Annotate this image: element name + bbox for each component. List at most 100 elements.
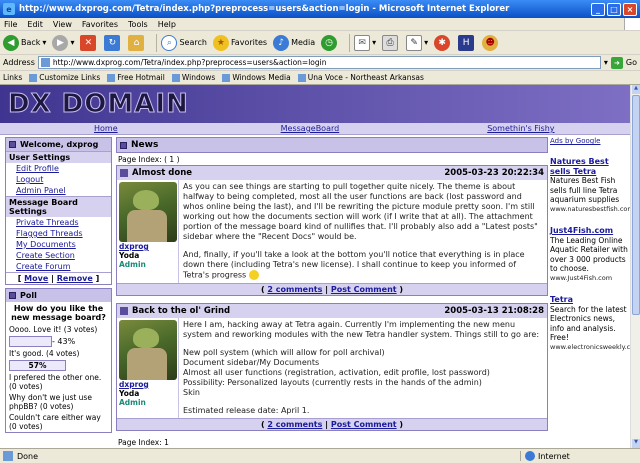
extra-button[interactable]: ☻	[482, 34, 500, 51]
box-icon	[120, 306, 128, 315]
mail-icon: ✉	[354, 34, 371, 51]
go-button[interactable]: Go	[626, 58, 637, 67]
post-header: Almost done 2005-03-23 20:22:34	[117, 166, 547, 180]
post-body: Here I am, hacking away at Tetra again. …	[183, 319, 540, 415]
admin-panel-link[interactable]: Admin Panel	[6, 185, 111, 196]
forward-button[interactable]: ▶ ▾	[52, 34, 74, 51]
box-icon	[9, 141, 16, 148]
remove-link[interactable]: Remove	[57, 274, 93, 283]
private-threads-link[interactable]: Private Threads	[6, 217, 111, 228]
box-icon	[9, 292, 16, 299]
page-icon	[3, 451, 13, 461]
favorites-button[interactable]: ★ Favorites	[212, 34, 267, 51]
author-role: Admin	[119, 397, 146, 407]
site-logo: DX DOMAIN	[8, 89, 189, 120]
user-box: Welcome, dxprog User Settings Edit Profi…	[5, 137, 112, 285]
scroll-thumb[interactable]	[632, 95, 640, 315]
address-dropdown-icon[interactable]: ▾	[604, 58, 608, 67]
author-username[interactable]: dxprog	[119, 380, 176, 389]
link-una-voce[interactable]: Una Voce - Northeast Arkansas	[298, 73, 424, 82]
post-comment-link[interactable]: Post Comment	[331, 420, 397, 429]
news-header: News	[117, 138, 547, 152]
edit-icon: ✎	[406, 34, 423, 51]
search-button[interactable]: ⌕ Search	[161, 34, 207, 51]
vertical-scrollbar[interactable]: ▲ ▼	[630, 85, 640, 448]
post-comment-link[interactable]: Post Comment	[331, 285, 397, 294]
author-username[interactable]: dxprog	[119, 242, 176, 251]
ad-item[interactable]: Just4Fish.com The Leading Online Aquatic…	[550, 226, 628, 283]
discuss-button[interactable]: H	[458, 34, 476, 51]
link-windows-media[interactable]: Windows Media	[222, 73, 290, 82]
poll-option-5[interactable]: Couldn't care either way (0 votes)	[6, 412, 111, 432]
menu-edit[interactable]: Edit	[27, 20, 43, 29]
media-button[interactable]: ♪ Media	[273, 34, 315, 51]
status-bar: Done Internet	[0, 448, 640, 463]
poll-option-2[interactable]: It's good. (4 votes)	[6, 348, 111, 359]
site-banner: DX DOMAIN	[0, 85, 630, 123]
my-documents-link[interactable]: My Documents	[6, 239, 111, 250]
scroll-down-icon[interactable]: ▼	[632, 439, 640, 448]
nav-somethins-fishy[interactable]: Somethin's Fishy	[487, 124, 554, 133]
status-text: Done	[17, 451, 39, 461]
menu-help[interactable]: Help	[158, 20, 176, 29]
edit-button[interactable]: ✎ ▾	[406, 34, 428, 51]
move-link[interactable]: Move	[24, 274, 48, 283]
news-post: Back to the ol' Grind 2005-03-13 21:08:28…	[116, 302, 548, 431]
smiley-icon	[248, 270, 259, 280]
messenger-button[interactable]: ✱	[434, 34, 452, 51]
address-input[interactable]: http://www.dxprog.com/Tetra/index.php?pr…	[37, 56, 601, 69]
back-button[interactable]: ◀ Back ▾	[3, 34, 46, 51]
left-sidebar: Welcome, dxprog User Settings Edit Profi…	[5, 137, 112, 436]
edit-profile-link[interactable]: Edit Profile	[6, 163, 111, 174]
post-author: dxprog Yoda Admin	[117, 180, 179, 283]
news-header-box: News	[116, 137, 548, 153]
home-button[interactable]: ⌂	[128, 34, 146, 51]
poll-bar-fill	[9, 336, 52, 347]
poll-option-3[interactable]: I prefered the other one. (0 votes)	[6, 372, 111, 392]
post-body: As you can see things are starting to pu…	[183, 182, 538, 280]
ad-item[interactable]: Natures Best sells Tetra Natures Best Fi…	[550, 157, 630, 214]
menu-tools[interactable]: Tools	[128, 20, 148, 29]
flagged-threads-link[interactable]: Flagged Threads	[6, 228, 111, 239]
ad-item[interactable]: Tetra Search for the latest Electronics …	[550, 295, 630, 352]
comments-link[interactable]: 2 comments	[267, 285, 322, 294]
stop-button[interactable]: ✕	[80, 34, 98, 51]
poll-bar-1: - 43%	[9, 336, 108, 347]
print-button[interactable]: ⎙	[382, 34, 400, 51]
mb-settings-header: Message Board Settings	[6, 196, 111, 217]
poll-option-4[interactable]: Why don't we just use phpBB? (0 votes)	[6, 392, 111, 412]
history-button[interactable]: ◷	[321, 34, 339, 51]
minimize-button[interactable]: _	[591, 2, 605, 16]
create-section-link[interactable]: Create Section	[6, 250, 111, 261]
link-customize-links[interactable]: Customize Links	[29, 73, 100, 82]
toolbar: ◀ Back ▾ ▶ ▾ ✕ ↻ ⌂ ⌕ Search ★ Favorites ♪ Medi…	[0, 31, 640, 55]
post-title: Almost done	[132, 168, 193, 178]
ads-by-google-link[interactable]: Ads by Google	[550, 137, 628, 145]
menu-file[interactable]: File	[4, 20, 17, 29]
go-arrow-icon[interactable]: ➜	[610, 56, 623, 69]
news-column: News Page Index: ( 1 ) Almost done 2005-0…	[116, 137, 548, 448]
scroll-up-icon[interactable]: ▲	[632, 85, 640, 94]
menu-favorites[interactable]: Favorites	[82, 20, 118, 29]
close-button[interactable]: ×	[623, 2, 637, 16]
refresh-button[interactable]: ↻	[104, 34, 122, 51]
comments-link[interactable]: 2 comments	[267, 420, 322, 429]
poll-option-1[interactable]: Oooo. Love it! (3 votes)	[6, 324, 111, 335]
link-windows[interactable]: Windows	[172, 73, 215, 82]
link-free-hotmail[interactable]: Free Hotmail	[107, 73, 165, 82]
create-forum-link[interactable]: Create Forum	[6, 261, 111, 272]
logout-link[interactable]: Logout	[6, 174, 111, 185]
user-settings-header: User Settings	[6, 151, 111, 163]
post-footer: ( 2 comments | Post Comment )	[117, 417, 547, 430]
author-role: Admin	[119, 260, 146, 269]
mail-button[interactable]: ✉ ▾	[354, 34, 376, 51]
poll-header: Poll	[6, 289, 111, 302]
nav-messageboard[interactable]: MessageBoard	[281, 124, 340, 133]
avatar	[119, 319, 177, 380]
refresh-icon: ↻	[104, 34, 121, 51]
nav-home[interactable]: Home	[94, 124, 118, 133]
menu-view[interactable]: View	[53, 20, 72, 29]
maximize-button[interactable]: □	[607, 2, 621, 16]
back-arrow-icon: ◀	[3, 34, 19, 51]
post-author: dxprog Yoda Admin	[117, 317, 179, 418]
